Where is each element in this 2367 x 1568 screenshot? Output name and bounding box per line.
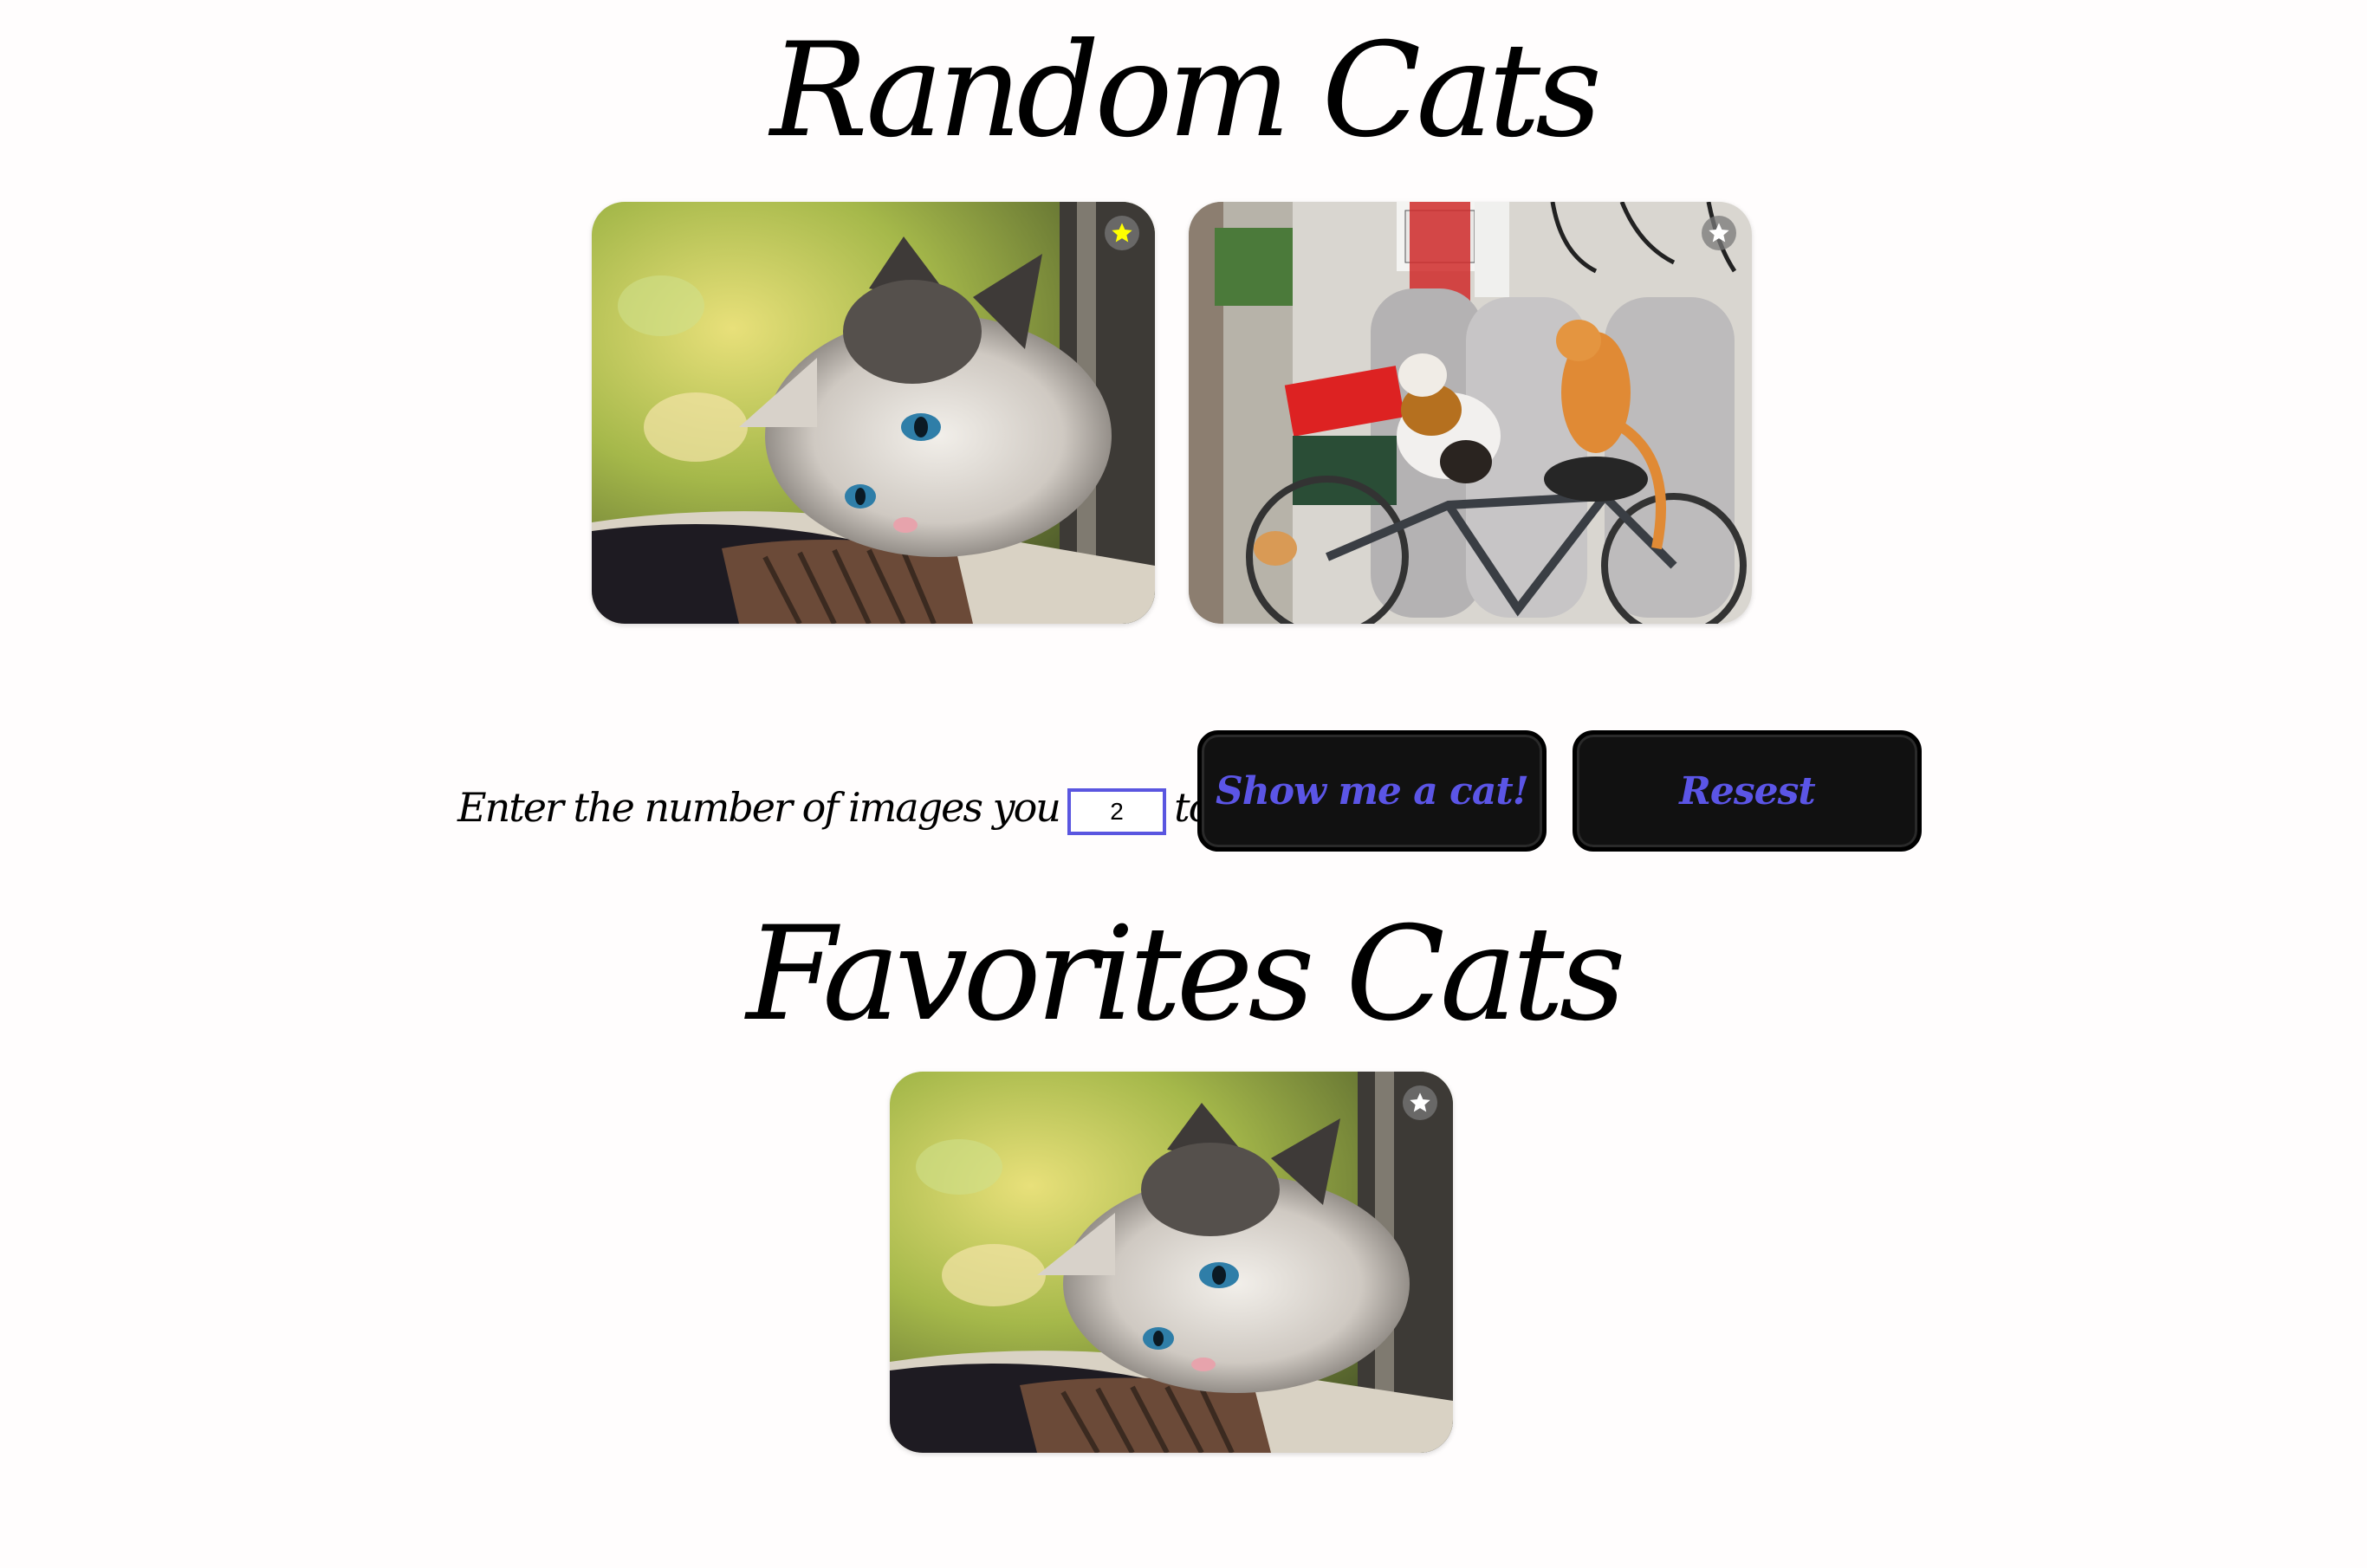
reset-button[interactable]: Resest bbox=[1573, 730, 1922, 852]
favorite-toggle-button[interactable] bbox=[1105, 216, 1139, 250]
random-cats-title: Random Cats bbox=[769, 16, 1602, 166]
star-icon bbox=[1709, 223, 1729, 243]
favorite-cat-card[interactable] bbox=[890, 1072, 1453, 1453]
favorites-cats-title: Favorites Cats bbox=[746, 899, 1625, 1050]
star-icon bbox=[1112, 223, 1132, 243]
favorite-toggle-button[interactable] bbox=[1702, 216, 1736, 250]
cat-card[interactable] bbox=[1189, 202, 1752, 624]
star-icon bbox=[1410, 1092, 1430, 1112]
show-me-a-cat-button[interactable]: Show me a cat! bbox=[1197, 730, 1547, 852]
kitten-image bbox=[890, 1072, 1453, 1453]
kitten-image bbox=[592, 202, 1155, 624]
remove-favorite-button[interactable] bbox=[1403, 1085, 1437, 1120]
cat-card[interactable] bbox=[592, 202, 1155, 624]
page: Random Cats Enter the number of images y… bbox=[0, 0, 2367, 1568]
image-count-input[interactable] bbox=[1067, 788, 1166, 835]
cats-on-bicycle-image bbox=[1189, 202, 1752, 624]
